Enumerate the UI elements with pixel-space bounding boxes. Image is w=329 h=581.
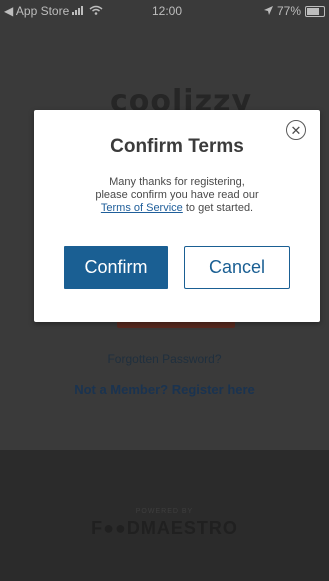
battery-icon xyxy=(305,5,325,17)
location-arrow-icon xyxy=(263,4,273,18)
dialog-message: Many thanks for registering, please conf… xyxy=(64,176,290,215)
powered-by-label: POWERED BY xyxy=(135,508,194,515)
app-screen: ◀ App Store 12:00 77% coolizzy Forgotten… xyxy=(0,0,329,581)
back-to-app-store-link[interactable]: ◀ App Store xyxy=(4,4,69,18)
battery-percent: 77% xyxy=(276,4,301,18)
confirm-terms-dialog: ✕ Confirm Terms Many thanks for register… xyxy=(34,110,320,322)
message-line-2: please confirm you have read our xyxy=(95,189,259,201)
dialog-title: Confirm Terms xyxy=(110,136,244,157)
message-line-1: Many thanks for registering, xyxy=(109,176,245,188)
footer-panel xyxy=(0,450,329,581)
terms-of-service-link[interactable]: Terms of Service xyxy=(101,202,183,214)
status-bar: ◀ App Store 12:00 77% xyxy=(0,0,329,22)
message-line-3-suffix: to get started. xyxy=(182,202,254,214)
confirm-button[interactable]: Confirm xyxy=(64,246,168,289)
register-link: Not a Member? Register here xyxy=(74,382,255,397)
signal-icon xyxy=(72,4,86,18)
cancel-button[interactable]: Cancel xyxy=(184,246,290,289)
foodmaestro-logo: F●●DMAESTRO xyxy=(91,518,238,538)
status-right: 77% xyxy=(263,4,325,18)
status-left: ◀ App Store xyxy=(4,4,103,18)
status-time: 12:00 xyxy=(152,4,183,18)
wifi-icon xyxy=(89,4,103,18)
forgot-password-link: Forgotten Password? xyxy=(107,352,222,366)
